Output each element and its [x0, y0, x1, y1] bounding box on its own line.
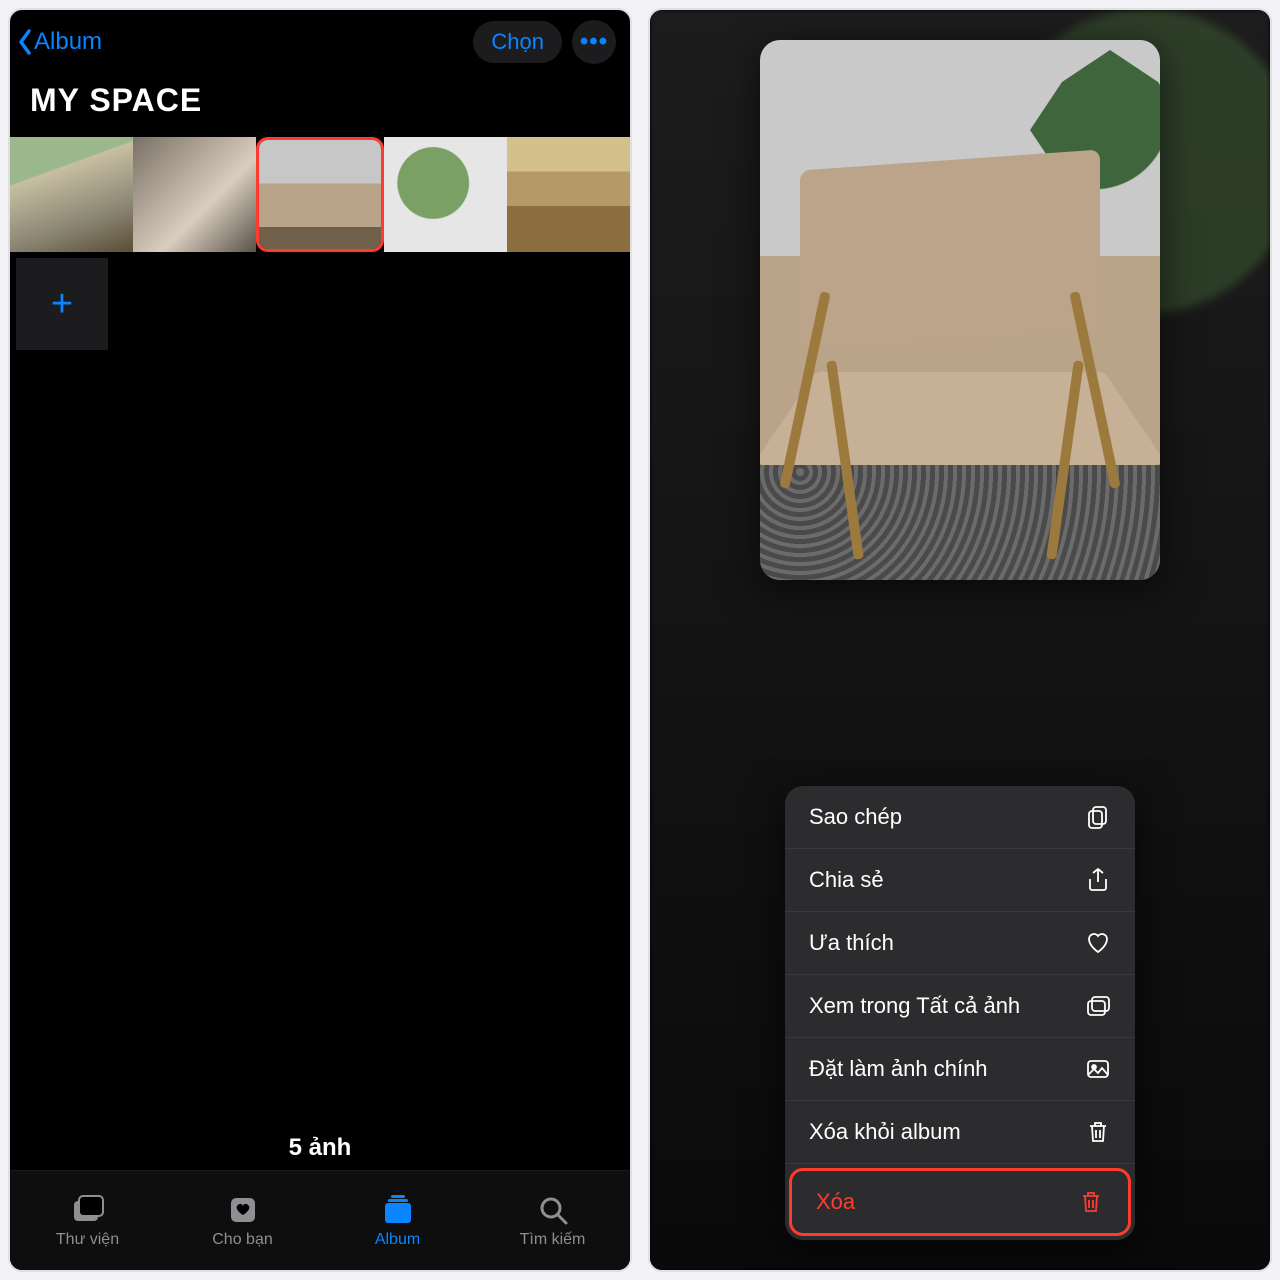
- menu-delete[interactable]: Xóa: [789, 1168, 1131, 1236]
- tab-label: Album: [375, 1231, 420, 1249]
- library-icon: [70, 1192, 106, 1228]
- copy-icon: [1085, 804, 1111, 830]
- plus-icon: +: [51, 283, 73, 326]
- photo-preview[interactable]: [760, 40, 1160, 580]
- menu-label: Chia sẻ: [809, 867, 884, 893]
- add-photo-button[interactable]: +: [16, 258, 108, 350]
- tab-label: Cho bạn: [212, 1231, 273, 1249]
- photos-stack-icon: [1085, 993, 1111, 1019]
- for-you-icon: [225, 1192, 261, 1228]
- menu-label: Ưa thích: [809, 930, 894, 956]
- select-label: Chọn: [491, 29, 544, 54]
- trash-icon: [1078, 1189, 1104, 1215]
- album-title: MY SPACE: [10, 78, 630, 137]
- menu-label: Xem trong Tất cả ảnh: [809, 993, 1020, 1019]
- tab-for-you[interactable]: Cho bạn: [165, 1171, 320, 1270]
- menu-label: Đặt làm ảnh chính: [809, 1056, 988, 1082]
- thumbnail[interactable]: [384, 137, 507, 252]
- image-icon: [1085, 1056, 1111, 1082]
- tab-search[interactable]: Tìm kiếm: [475, 1171, 630, 1270]
- tab-albums[interactable]: Album: [320, 1171, 475, 1270]
- context-menu: Sao chép Chia sẻ Ưa thích Xem trong Tất …: [785, 786, 1135, 1240]
- tab-library[interactable]: Thư viện: [10, 1171, 165, 1270]
- nav-right: Chọn •••: [473, 20, 616, 64]
- albums-icon: [380, 1192, 416, 1228]
- back-label: Album: [34, 28, 102, 56]
- menu-key-photo[interactable]: Đặt làm ảnh chính: [785, 1038, 1135, 1101]
- left-screenshot: Album Chọn ••• MY SPACE + 5 ảnh Thư viện…: [8, 8, 632, 1272]
- menu-label: Sao chép: [809, 804, 902, 830]
- thumbnail[interactable]: [133, 137, 256, 252]
- menu-favorite[interactable]: Ưa thích: [785, 912, 1135, 975]
- select-button[interactable]: Chọn: [473, 21, 562, 63]
- trash-icon: [1085, 1119, 1111, 1145]
- right-screenshot: Sao chép Chia sẻ Ưa thích Xem trong Tất …: [648, 8, 1272, 1272]
- heart-icon: [1085, 930, 1111, 956]
- thumbnail[interactable]: [507, 137, 630, 252]
- more-icon: •••: [580, 28, 608, 56]
- thumbnail-selected[interactable]: [256, 137, 385, 252]
- menu-remove-album[interactable]: Xóa khỏi album: [785, 1101, 1135, 1164]
- more-button[interactable]: •••: [572, 20, 616, 64]
- share-icon: [1085, 867, 1111, 893]
- search-icon: [535, 1192, 571, 1228]
- thumbnail-row: [10, 137, 630, 252]
- tab-label: Thư viện: [56, 1231, 119, 1249]
- tab-label: Tìm kiếm: [520, 1231, 586, 1249]
- menu-view-all[interactable]: Xem trong Tất cả ảnh: [785, 975, 1135, 1038]
- menu-share[interactable]: Chia sẻ: [785, 849, 1135, 912]
- menu-label: Xóa: [816, 1189, 855, 1215]
- chevron-left-icon: [16, 27, 34, 57]
- nav-bar: Album Chọn •••: [10, 10, 630, 78]
- back-button[interactable]: Album: [16, 27, 102, 57]
- thumbnail[interactable]: [10, 137, 133, 252]
- tab-bar: Thư viện Cho bạn Album Tìm kiếm: [10, 1170, 630, 1270]
- menu-copy[interactable]: Sao chép: [785, 786, 1135, 849]
- menu-label: Xóa khỏi album: [809, 1119, 961, 1145]
- photo-count: 5 ảnh: [10, 1134, 630, 1162]
